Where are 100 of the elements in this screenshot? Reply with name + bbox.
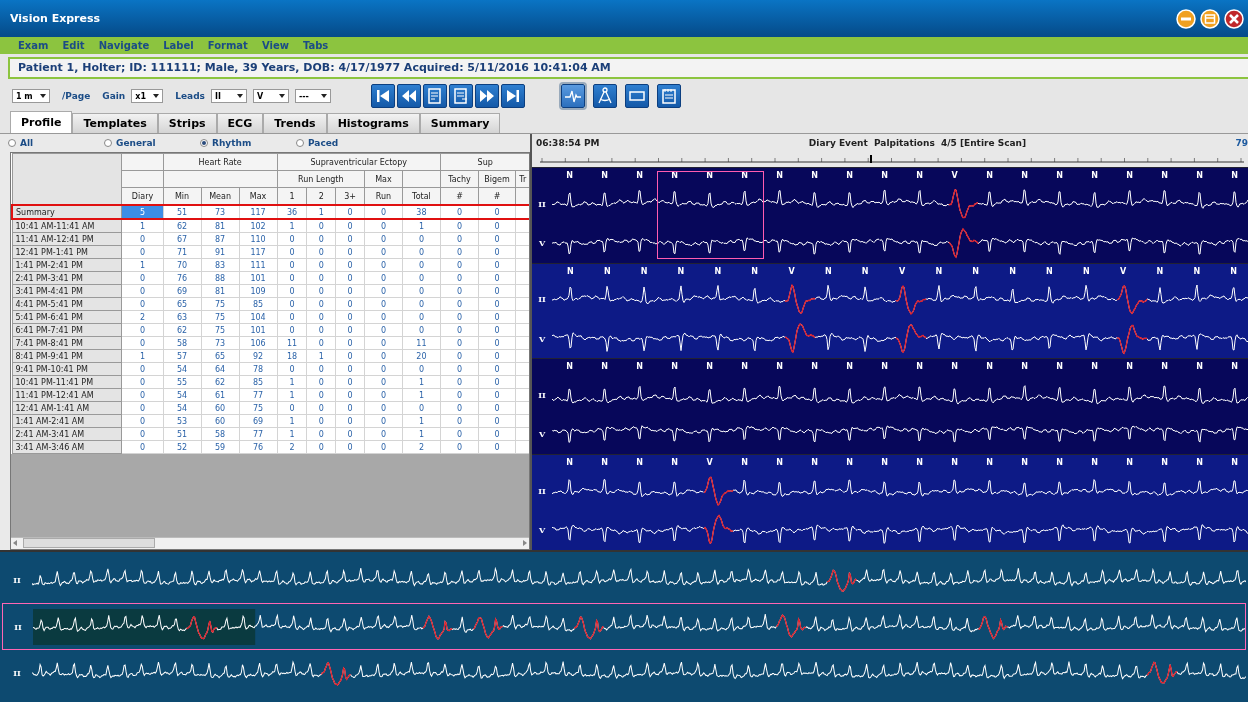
patient-info: Patient 1, Holter; ID: 111111; Male, 39 Years, DOB: 4/17/1977 Acquired: 5/11/2016 10:41:04 AM bbox=[18, 61, 611, 75]
table-cell: 1 bbox=[121, 219, 164, 233]
beat-label: N bbox=[985, 457, 994, 469]
radio-option[interactable]: Paced bbox=[296, 138, 392, 149]
menu-item[interactable]: Navigate bbox=[98, 40, 150, 52]
table-cell: 0 bbox=[364, 258, 403, 272]
menu-item[interactable]: Tabs bbox=[302, 40, 329, 52]
notepad-tool-button[interactable] bbox=[656, 84, 681, 109]
table-cell: 0 bbox=[306, 375, 336, 389]
lead-select[interactable]: II bbox=[210, 89, 247, 104]
close-button[interactable] bbox=[1224, 8, 1244, 29]
table-cell: 104 bbox=[239, 310, 278, 324]
lead-select[interactable]: --- bbox=[294, 89, 331, 104]
ecg-strip-panel[interactable]: N N N N N N V N N V N N N N N V N N N II V bbox=[532, 262, 1248, 359]
tab[interactable]: Templates bbox=[72, 113, 158, 134]
table-cell: 0 bbox=[478, 310, 516, 324]
table-cell: 1 bbox=[402, 219, 441, 233]
table-cell: 109 bbox=[239, 284, 278, 298]
radio-button[interactable] bbox=[104, 139, 112, 148]
beat-label: N bbox=[1020, 457, 1029, 469]
table-cell: 0 bbox=[478, 323, 516, 337]
rewind-button[interactable] bbox=[396, 84, 421, 109]
table-cell: 11 bbox=[277, 336, 307, 350]
radio-button[interactable] bbox=[8, 139, 16, 148]
tab[interactable]: Strips bbox=[157, 113, 217, 134]
table-cell: 75 bbox=[201, 323, 240, 337]
tab[interactable]: ECG bbox=[216, 113, 264, 134]
beat-label: N bbox=[1230, 171, 1239, 183]
radio-option[interactable]: All bbox=[8, 138, 104, 149]
menu-item[interactable]: Edit bbox=[62, 40, 85, 52]
beat-label: N bbox=[1090, 457, 1099, 469]
table-cell: 38 bbox=[402, 205, 441, 220]
ecg-strip-panel[interactable]: N N N N V N N N N N N N N N N N N N N N II V bbox=[532, 453, 1248, 550]
table-cell: 0 bbox=[478, 219, 516, 233]
lead-label: V bbox=[537, 524, 547, 535]
beat-label: N bbox=[676, 266, 686, 278]
beat-label: N bbox=[985, 362, 994, 374]
rectangle-tool-button[interactable] bbox=[624, 84, 649, 109]
ecg-overview-trace[interactable] bbox=[32, 659, 1246, 687]
scrollbar-thumb[interactable] bbox=[23, 538, 155, 548]
caliper-tool-button[interactable] bbox=[592, 84, 617, 109]
table-cell: 110 bbox=[239, 232, 278, 246]
row-header[interactable]: Summary bbox=[12, 205, 122, 220]
tab[interactable]: Summary bbox=[419, 113, 501, 134]
beat-label: N bbox=[1008, 266, 1017, 278]
scroll-left-icon[interactable] bbox=[11, 539, 19, 547]
table-cell: 0 bbox=[335, 297, 365, 311]
gain-select[interactable]: x1 bbox=[131, 89, 164, 104]
ecg-overview-trace[interactable] bbox=[33, 608, 1245, 645]
radio-button[interactable] bbox=[296, 139, 304, 148]
table-cell: 0 bbox=[440, 245, 479, 259]
lead-label: II bbox=[537, 294, 547, 305]
ecg-overview-trace[interactable] bbox=[32, 567, 1246, 594]
table-cell: 0 bbox=[478, 375, 516, 389]
lead-select[interactable]: V bbox=[252, 89, 289, 104]
table-cell: 0 bbox=[277, 232, 307, 246]
menu-item[interactable]: View bbox=[261, 40, 289, 52]
page-label: /Page bbox=[62, 91, 91, 102]
table-cell: 0 bbox=[478, 336, 516, 350]
table-cell: 75 bbox=[239, 401, 278, 415]
waveform-tool-button[interactable] bbox=[560, 84, 585, 109]
page-length-select[interactable]: 1 m bbox=[12, 89, 50, 104]
restore-button[interactable] bbox=[1200, 8, 1220, 29]
tab[interactable]: Profile bbox=[10, 111, 73, 134]
tab[interactable]: Trends bbox=[263, 113, 327, 134]
last-page-button[interactable] bbox=[500, 84, 525, 109]
table-cell: 0 bbox=[306, 271, 336, 285]
first-page-button[interactable] bbox=[370, 84, 395, 109]
beat-label: N bbox=[915, 362, 924, 374]
table-cell: 11 bbox=[402, 336, 441, 350]
table-cell: 70 bbox=[163, 258, 202, 272]
table-cell: 0 bbox=[306, 427, 336, 441]
radio-option[interactable]: General bbox=[104, 138, 200, 149]
minimize-button[interactable] bbox=[1176, 8, 1196, 29]
table-cell: 57 bbox=[163, 349, 202, 363]
beat-label: N bbox=[1195, 457, 1204, 469]
beat-label: N bbox=[635, 362, 644, 374]
selection-box[interactable] bbox=[657, 171, 764, 259]
fast-forward-button[interactable] bbox=[474, 84, 499, 109]
scroll-right-icon[interactable] bbox=[521, 539, 529, 547]
tab[interactable]: Histograms bbox=[326, 113, 420, 134]
radio-button[interactable] bbox=[200, 139, 208, 148]
page-back-button[interactable] bbox=[422, 84, 447, 109]
lead-label: II bbox=[12, 668, 22, 679]
menu-item[interactable]: Exam bbox=[18, 40, 49, 52]
menu-item[interactable]: Format bbox=[207, 40, 248, 52]
table-cell: 0 bbox=[121, 336, 164, 350]
caret-icon bbox=[153, 94, 160, 99]
table-cell: 0 bbox=[306, 323, 336, 337]
table-cell: 0 bbox=[306, 219, 336, 233]
radio-option[interactable]: Rhythm bbox=[200, 138, 296, 149]
menu-item[interactable]: Label bbox=[163, 40, 194, 52]
table-cell: 0 bbox=[335, 219, 365, 233]
beat-label: N bbox=[1090, 362, 1099, 374]
horizontal-scrollbar[interactable] bbox=[11, 536, 529, 549]
table-cell: 0 bbox=[121, 427, 164, 441]
table-cell: 102 bbox=[239, 219, 278, 233]
table-cell: 61 bbox=[201, 388, 240, 402]
beat-label: N bbox=[775, 457, 784, 469]
page-forward-button[interactable] bbox=[448, 84, 473, 109]
